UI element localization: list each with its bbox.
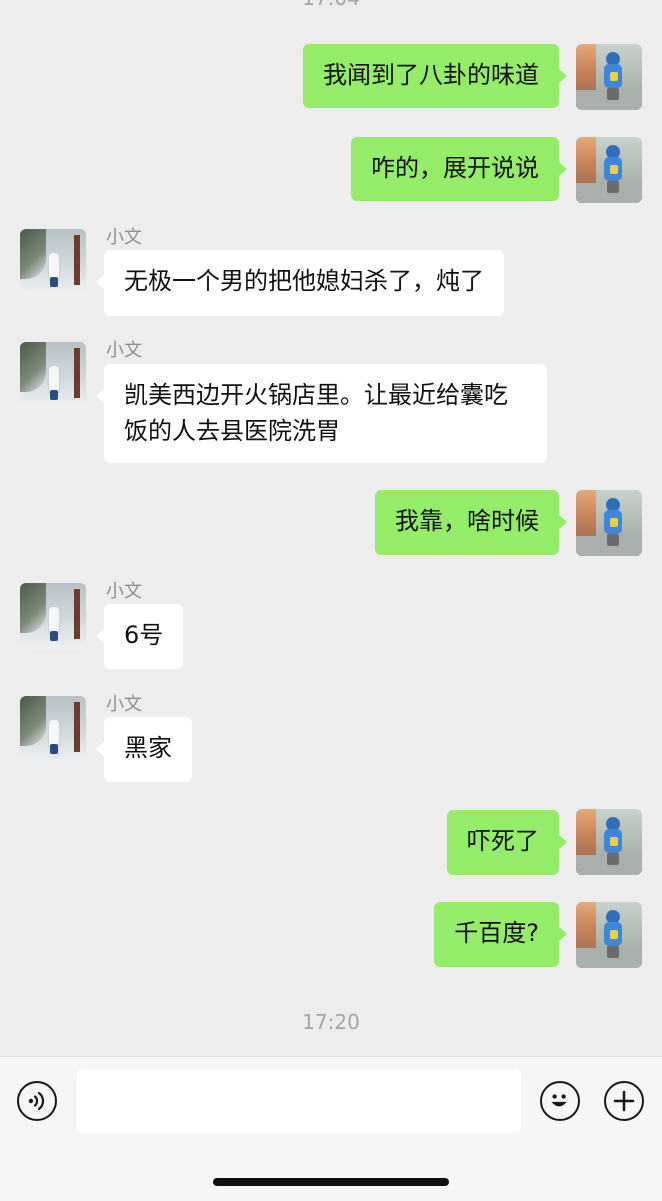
message-text: 凯美西边开火锅店里。让最近给囊吃饭的人去县医院洗胃 [124, 381, 508, 445]
message-row-received: 小文 凯美西边开火锅店里。让最近给囊吃饭的人去县医院洗胃 [0, 340, 662, 467]
message-row-sent: 我闻到了八卦的味道 [0, 44, 662, 114]
input-bar [0, 1056, 662, 1201]
sender-name: 小文 [106, 340, 142, 361]
voice-wave-icon [28, 1091, 45, 1111]
contact-avatar[interactable] [20, 583, 86, 649]
contact-avatar[interactable] [20, 696, 86, 762]
message-bubble-received[interactable]: 无极一个男的把他媳妇杀了，炖了 [96, 250, 504, 316]
message-bubble-received[interactable]: 黑家 [96, 717, 192, 782]
chat-message-list[interactable]: 17:04 我闻到了八卦的味道 咋的，展开说说 小文 无极一个男的把他媳妇杀了，… [0, 0, 662, 1056]
message-text: 无极一个男的把他媳妇杀了，炖了 [124, 267, 484, 295]
message-bubble-received[interactable]: 6号 [95, 604, 184, 669]
message-text: 我靠，啥时候 [395, 507, 539, 535]
home-indicator [213, 1178, 449, 1186]
timestamp: 17:20 [302, 1010, 360, 1034]
message-row-sent: 咋的，展开说说 [0, 137, 662, 207]
message-row-sent: 我靠，啥时候 [0, 490, 662, 560]
my-avatar[interactable] [576, 809, 642, 875]
message-bubble-sent[interactable]: 千百度? [434, 902, 567, 967]
message-text: 6号 [124, 621, 164, 649]
sender-name: 小文 [106, 581, 142, 602]
message-text: 咋的，展开说说 [371, 154, 539, 182]
message-row-received: 小文 黑家 [0, 694, 662, 786]
sender-name: 小文 [106, 227, 142, 248]
message-row-sent: 千百度? [0, 902, 662, 972]
message-row-received: 小文 6号 [0, 581, 662, 673]
message-row-sent: 吓死了 [0, 809, 662, 879]
contact-avatar[interactable] [20, 229, 86, 295]
message-bubble-sent[interactable]: 咋的，展开说说 [351, 137, 567, 201]
timestamp: 17:04 [0, 0, 662, 10]
emoji-button[interactable] [540, 1081, 580, 1121]
message-input[interactable] [77, 1069, 521, 1133]
message-row-received: 小文 无极一个男的把他媳妇杀了，炖了 [0, 227, 662, 319]
message-text: 千百度? [454, 919, 539, 947]
message-text: 我闻到了八卦的味道 [323, 61, 539, 89]
message-bubble-sent[interactable]: 我闻到了八卦的味道 [303, 44, 567, 108]
more-button[interactable] [604, 1081, 644, 1121]
message-text: 吓死了 [467, 827, 539, 855]
smiley-icon [551, 1094, 567, 1107]
message-text: 黑家 [124, 734, 172, 762]
my-avatar[interactable] [576, 137, 642, 203]
my-avatar[interactable] [576, 44, 642, 110]
my-avatar[interactable] [576, 902, 642, 968]
my-avatar[interactable] [576, 490, 642, 556]
message-bubble-sent[interactable]: 吓死了 [447, 810, 567, 875]
plus-icon [613, 1090, 635, 1112]
message-bubble-sent[interactable]: 我靠，啥时候 [375, 490, 567, 555]
voice-button[interactable] [17, 1081, 57, 1121]
message-bubble-received[interactable]: 凯美西边开火锅店里。让最近给囊吃饭的人去县医院洗胃 [96, 364, 547, 463]
contact-avatar[interactable] [20, 342, 86, 408]
sender-name: 小文 [106, 694, 142, 715]
